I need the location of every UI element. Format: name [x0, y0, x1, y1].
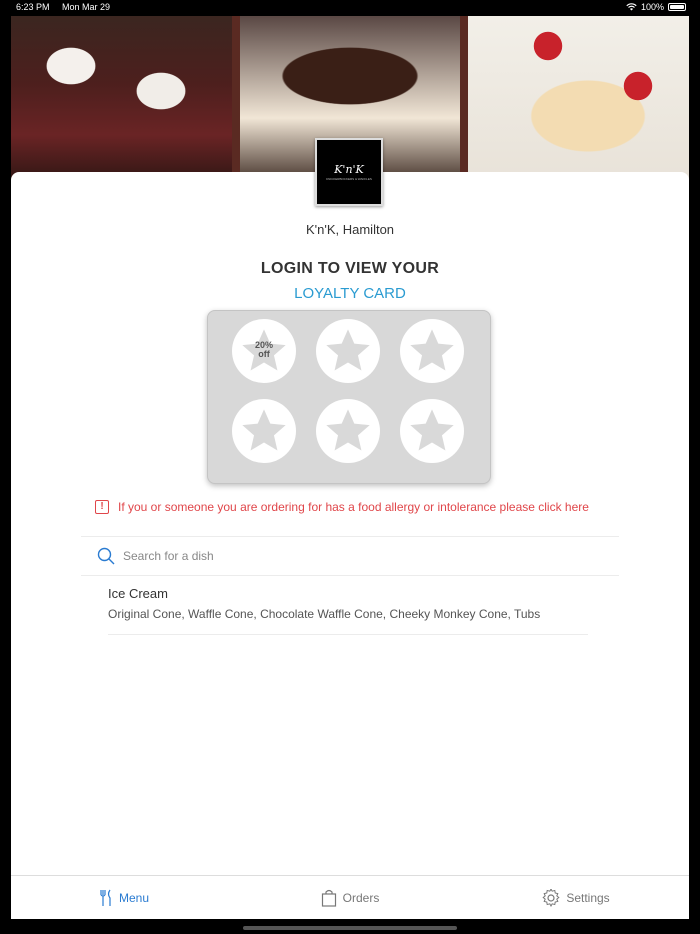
wifi-icon [626, 3, 637, 11]
status-bar: 6:23 PM Mon Mar 29 100% [0, 0, 700, 14]
stamp-1: 20% off [232, 319, 296, 383]
banner-image-crepes [460, 16, 690, 186]
allergy-notice-text[interactable]: If you or someone you are ordering for h… [118, 500, 589, 514]
tab-menu-label: Menu [118, 890, 150, 905]
menu-category-ice-cream[interactable]: Ice Cream Original Cone, Waffle Cone, Ch… [108, 586, 588, 635]
star-icon [242, 409, 286, 451]
search-input[interactable] [121, 548, 525, 564]
store-name: K'n'K, Hamilton [305, 222, 395, 237]
status-time: 6:23 PM [16, 2, 50, 12]
alert-icon: ! [95, 500, 109, 514]
star-icon [410, 329, 454, 371]
gear-icon [542, 888, 560, 907]
stamp-4 [232, 399, 296, 463]
tab-settings-label: Settings [566, 890, 610, 905]
stamp-2 [316, 319, 380, 383]
main-card: K'n'K KNICKERBOCKERS & WAFFLES K'n'K, Ha… [11, 138, 689, 918]
search-bar[interactable] [81, 536, 619, 576]
tab-bar: Menu Orders Settings [11, 875, 689, 919]
stamp-3 [400, 319, 464, 383]
store-logo: K'n'K KNICKERBOCKERS & WAFFLES [315, 138, 383, 206]
tab-orders[interactable]: Orders [237, 876, 463, 919]
login-title: LOGIN TO VIEW YOUR [260, 260, 440, 277]
loyalty-stamp-card[interactable]: 20% off [207, 310, 491, 484]
home-indicator[interactable] [243, 926, 457, 930]
allergy-notice[interactable]: ! If you or someone you are ordering for… [95, 500, 635, 514]
logo-text: K'n'K [334, 163, 364, 176]
stamp-reward-line2: off [258, 349, 270, 359]
tab-orders-label: Orders [342, 890, 380, 905]
stamp-6 [400, 399, 464, 463]
tab-settings[interactable]: Settings [463, 876, 689, 919]
star-icon [326, 409, 370, 451]
fork-knife-icon [100, 889, 111, 906]
bag-icon [321, 889, 336, 907]
search-icon [97, 547, 115, 565]
battery-icon [668, 3, 686, 11]
tab-menu[interactable]: Menu [11, 876, 237, 919]
status-date: Mon Mar 29 [62, 2, 111, 12]
category-items: Original Cone, Waffle Cone, Chocolate Wa… [108, 607, 541, 621]
star-icon [326, 329, 370, 371]
category-title: Ice Cream [108, 586, 168, 601]
loyalty-card-link[interactable]: LOYALTY CARD [11, 285, 689, 302]
logo-subtext: KNICKERBOCKERS & WAFFLES [326, 177, 372, 181]
battery-percent: 100% [640, 2, 664, 12]
star-icon [410, 409, 454, 451]
stamp-reward-label: 20% off [232, 341, 296, 359]
banner-image-sundaes [11, 16, 232, 186]
stamp-5 [316, 399, 380, 463]
